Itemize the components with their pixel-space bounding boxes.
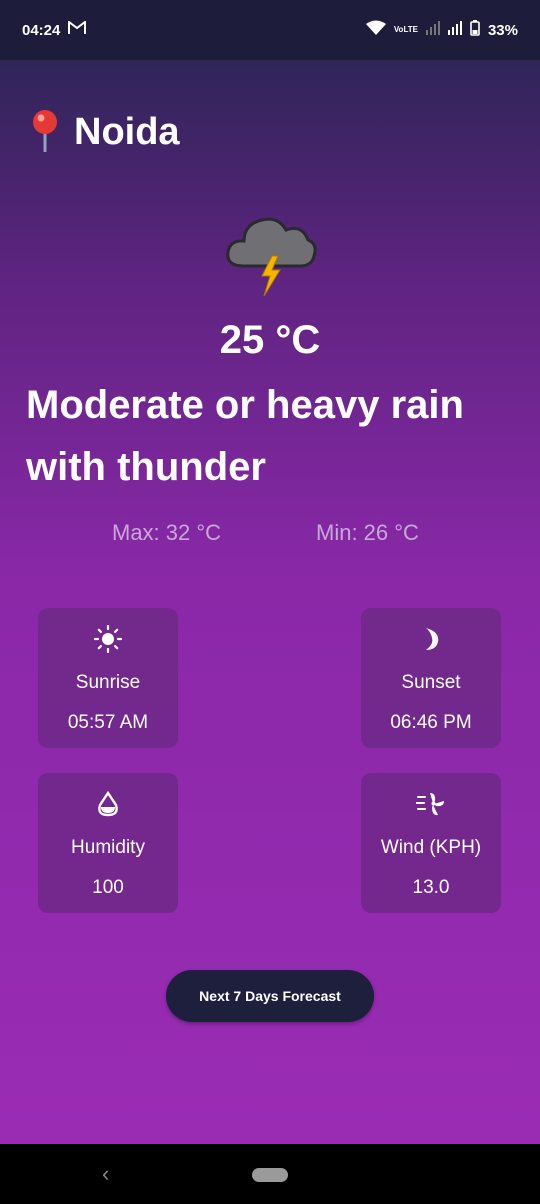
sunrise-card: Sunrise 05:57 AM — [38, 608, 178, 748]
sunset-label: Sunset — [401, 672, 461, 693]
signal-icon — [447, 21, 462, 39]
back-icon[interactable]: ‹ — [102, 1161, 109, 1187]
location-header: Noida — [28, 108, 180, 157]
moon-icon — [420, 626, 442, 652]
status-bar: 04:24 VoLTE 33% — [0, 0, 540, 60]
sunset-card: Sunset 06:46 PM — [361, 608, 501, 748]
weather-screen: Noida 25 °C Moderate or heavy rain with … — [0, 60, 540, 1144]
max-temperature: Max: 32 °C — [112, 520, 222, 545]
sunrise-value: 05:57 AM — [67, 712, 149, 733]
thunderstorm-icon — [222, 210, 318, 302]
current-temperature: 25 °C — [219, 318, 321, 362]
humidity-label: Humidity — [71, 837, 145, 858]
battery-percent: 33% — [487, 21, 518, 39]
weather-condition: Moderate or heavy rain with thunder — [26, 383, 464, 489]
wifi-icon — [365, 20, 386, 40]
home-pill[interactable] — [252, 1168, 288, 1182]
signal-weak-icon — [425, 21, 440, 39]
location-name: Noida — [74, 111, 180, 153]
humidity-value: 100 — [92, 877, 124, 898]
wind-label: Wind (KPH) — [380, 837, 482, 858]
wind-fan-icon — [416, 791, 446, 817]
forecast-button[interactable]: Next 7 Days Forecast — [166, 970, 374, 1022]
water-drop-icon — [97, 791, 119, 817]
sunset-value: 06:46 PM — [390, 712, 472, 733]
volte-icon: VoLTE — [393, 25, 418, 34]
battery-icon — [470, 20, 480, 40]
sun-icon — [94, 625, 122, 653]
humidity-card: Humidity 100 — [38, 773, 178, 913]
sunrise-label: Sunrise — [75, 672, 141, 693]
wind-card: Wind (KPH) 13.0 — [361, 773, 501, 913]
gmail-icon — [68, 20, 87, 39]
min-temperature: Min: 26 °C — [316, 520, 419, 545]
navigation-bar: ‹ — [0, 1144, 540, 1204]
wind-value: 13.0 — [412, 877, 450, 898]
status-time: 04:24 — [22, 21, 61, 39]
location-pin-icon — [28, 108, 62, 157]
